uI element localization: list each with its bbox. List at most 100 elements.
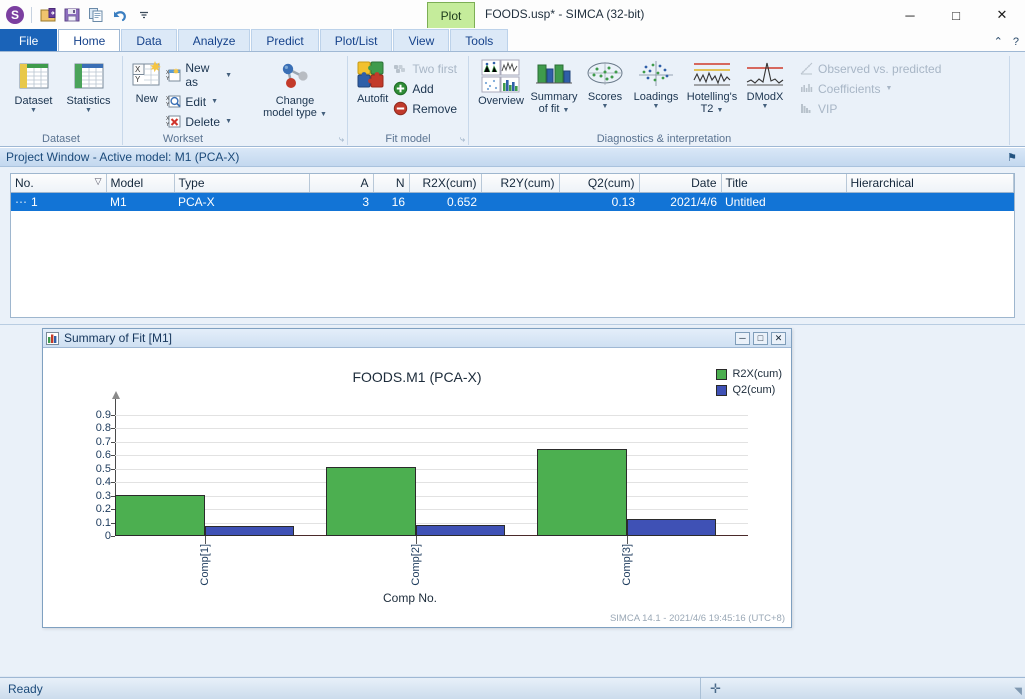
- bar-q2cum-comp2[interactable]: [415, 524, 506, 536]
- chart-canvas[interactable]: FOODS.M1 (PCA-X) R2X(cum) Q2(cum) 0 0.1 0.…: [43, 348, 791, 627]
- loadings-icon: [636, 59, 676, 89]
- col-date[interactable]: Date: [639, 174, 722, 193]
- fit-model-dialog-launcher-icon[interactable]: ⤷: [460, 134, 465, 145]
- bar-r2xcum-comp1[interactable]: [115, 494, 205, 536]
- maximize-button[interactable]: □: [933, 0, 979, 30]
- tab-view[interactable]: View: [393, 29, 450, 51]
- collapse-ribbon-icon[interactable]: ⌃: [994, 35, 1003, 48]
- tab-home[interactable]: Home: [58, 29, 121, 51]
- chart-close-button[interactable]: ✕: [771, 331, 786, 345]
- fit-model-small-buttons: Two first Add Remove: [391, 56, 462, 118]
- workset-small-buttons: X Y New as ▼ X Y Edit ▼ X Y Delete ▼: [164, 56, 237, 131]
- chevron-down-icon[interactable]: ▼: [320, 111, 327, 118]
- add-button[interactable]: Add: [391, 79, 462, 98]
- chevron-down-icon[interactable]: ▼: [716, 107, 723, 114]
- tab-analyze[interactable]: Analyze: [177, 29, 251, 51]
- x-axis-tick-label: Comp[1]: [198, 544, 211, 586]
- legend-item-q2[interactable]: Q2(cum): [716, 384, 782, 396]
- chart-window-titlebar[interactable]: Summary of Fit [M1] ─ □ ✕: [43, 329, 791, 348]
- save-icon[interactable]: [62, 5, 82, 25]
- pin-icon[interactable]: ⚑: [1007, 151, 1017, 164]
- edit-button[interactable]: X Y Edit ▼: [164, 92, 237, 111]
- overview-button[interactable]: Overview: [475, 56, 527, 107]
- bar-q2cum-comp1[interactable]: [204, 525, 295, 536]
- col-type[interactable]: Type: [174, 174, 310, 193]
- chevron-down-icon[interactable]: ▼: [211, 98, 218, 105]
- chart-minimize-button[interactable]: ─: [735, 331, 750, 345]
- col-title[interactable]: Title: [721, 174, 847, 193]
- col-model[interactable]: Model: [106, 174, 175, 193]
- tab-plot-list[interactable]: Plot/List: [319, 29, 393, 51]
- col-q2[interactable]: Q2(cum): [559, 174, 640, 193]
- chevron-down-icon[interactable]: ▼: [225, 72, 232, 79]
- delete-button[interactable]: X Y Delete ▼: [164, 112, 237, 131]
- col-no[interactable]: No. ▽: [11, 174, 107, 193]
- tab-tools[interactable]: Tools: [450, 29, 509, 51]
- workset-dialog-launcher-icon[interactable]: ⤷: [339, 134, 344, 145]
- col-hierarchical[interactable]: Hierarchical: [846, 174, 1014, 193]
- bar-r2xcum-comp3[interactable]: [537, 448, 627, 536]
- y-axis-tick-label: 0.6: [95, 449, 111, 462]
- bar-r2xcum-comp2[interactable]: [326, 466, 416, 536]
- dmodx-icon: [745, 59, 785, 89]
- col-a[interactable]: A: [309, 174, 374, 193]
- coefficients-label: Coefficients: [818, 81, 881, 96]
- bar-q2cum-comp3[interactable]: [626, 519, 717, 536]
- table-row[interactable]: ⋯ 1 M1 PCA-X 3 16 0.652 0.13 2021/4/6 Unt…: [11, 192, 1014, 211]
- col-r2x[interactable]: R2X(cum): [409, 174, 482, 193]
- chevron-down-icon[interactable]: ▼: [225, 118, 232, 125]
- scores-button[interactable]: Scores ▼: [581, 56, 629, 110]
- autofit-icon: [355, 59, 391, 91]
- tab-file[interactable]: File: [0, 29, 58, 51]
- chart-footer: SIMCA 14.1 - 2021/4/6 19:45:16 (UTC+8): [609, 613, 785, 624]
- vip-button[interactable]: VIP: [797, 99, 946, 118]
- new-workset-button[interactable]: X Y New: [129, 56, 164, 105]
- coefficients-button[interactable]: Coefficients ▼: [797, 79, 946, 98]
- model-grid[interactable]: No. ▽ Model Type A N R2X(cum) R2Y(cum) Q…: [10, 173, 1015, 318]
- two-first-button[interactable]: Two first: [391, 59, 462, 78]
- hotellings-t2-button[interactable]: Hotelling's T2 ▼: [683, 56, 741, 115]
- new-workset-label: New: [135, 93, 158, 105]
- legend-item-r2x[interactable]: R2X(cum): [716, 368, 782, 380]
- copy-icon[interactable]: [86, 5, 106, 25]
- new-as-button[interactable]: X Y New as ▼: [164, 59, 237, 91]
- close-button[interactable]: ✕: [979, 0, 1025, 30]
- remove-icon: [393, 101, 408, 116]
- tab-predict[interactable]: Predict: [251, 29, 319, 51]
- chevron-down-icon[interactable]: ▼: [30, 107, 37, 114]
- plot-context-tab[interactable]: Plot: [427, 2, 475, 28]
- chevron-down-icon[interactable]: ▼: [653, 103, 660, 110]
- change-model-type-button[interactable]: Change model type ▼: [249, 56, 341, 119]
- col-r2y[interactable]: R2Y(cum): [481, 174, 560, 193]
- undo-icon[interactable]: [110, 5, 130, 25]
- autofit-button[interactable]: Autofit: [354, 56, 391, 105]
- statistics-button[interactable]: Statistics ▼: [61, 56, 116, 114]
- chevron-down-icon[interactable]: ▼: [85, 107, 92, 114]
- x-axis-title: Comp No.: [383, 591, 438, 605]
- chart-restore-button[interactable]: □: [753, 331, 768, 345]
- open-icon[interactable]: [38, 5, 58, 25]
- tab-data[interactable]: Data: [121, 29, 177, 51]
- col-n[interactable]: N: [373, 174, 410, 193]
- customize-qat-icon[interactable]: [134, 5, 154, 25]
- chevron-down-icon[interactable]: ▼: [762, 103, 769, 110]
- app-menu-button[interactable]: S: [5, 5, 25, 25]
- dmodx-button[interactable]: DModX ▼: [741, 56, 789, 110]
- dataset-icon: [17, 59, 51, 93]
- chevron-down-icon[interactable]: ▼: [602, 103, 609, 110]
- help-icon[interactable]: ?: [1013, 36, 1019, 48]
- remove-button[interactable]: Remove: [391, 99, 462, 118]
- new-as-icon: X Y: [166, 67, 181, 83]
- observed-vs-predicted-button[interactable]: Observed vs. predicted: [797, 59, 946, 78]
- col-no-label: No.: [15, 175, 34, 190]
- loadings-button[interactable]: Loadings ▼: [629, 56, 683, 110]
- chevron-down-icon[interactable]: ▼: [885, 85, 892, 92]
- dataset-button[interactable]: Dataset ▼: [6, 56, 61, 114]
- tree-expander-icon[interactable]: ⋯: [15, 195, 27, 209]
- change-model-type-icon: [275, 59, 315, 93]
- y-axis-tick-mark: [111, 536, 115, 537]
- resize-grip-icon[interactable]: ◥: [1014, 686, 1022, 697]
- minimize-button[interactable]: ─: [887, 0, 933, 30]
- summary-of-fit-button[interactable]: Summary of fit ▼: [527, 56, 581, 115]
- chevron-down-icon[interactable]: ▼: [562, 107, 569, 114]
